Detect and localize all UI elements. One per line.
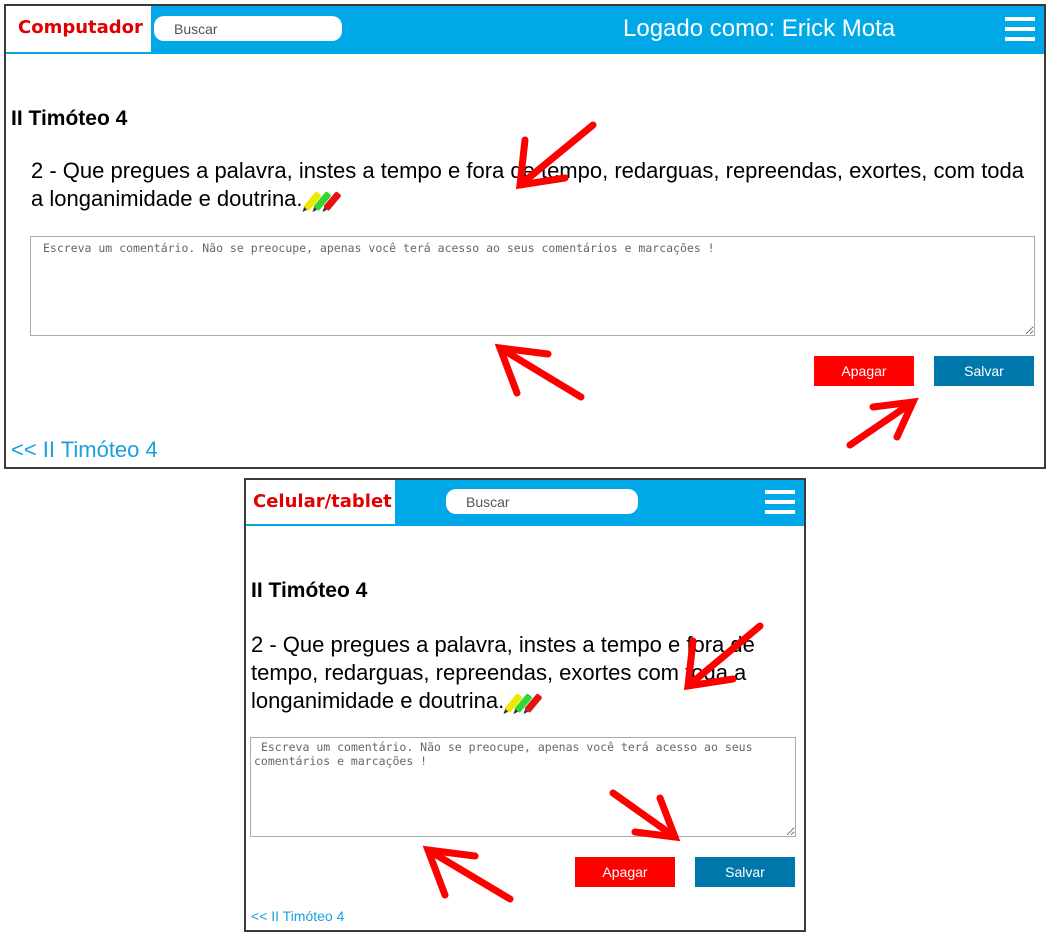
- hamburger-menu-icon[interactable]: [765, 490, 795, 516]
- back-link[interactable]: << II Timóteo 4: [251, 908, 344, 924]
- verse-block: 2 - Que pregues a palavra, instes a temp…: [31, 157, 1031, 214]
- logged-user-text: Logado como: Erick Mota: [623, 15, 896, 42]
- mobile-mockup: Celular/tablet II Timóteo 4 2 - Que preg…: [244, 478, 806, 932]
- highlighter-group: [303, 186, 342, 214]
- delete-button[interactable]: Apagar: [814, 356, 914, 386]
- highlighter-group: [504, 688, 543, 716]
- device-label: Computador: [6, 6, 151, 52]
- search-input[interactable]: [446, 489, 638, 514]
- verse-text: 2 - Que pregues a palavra, instes a temp…: [31, 158, 1025, 211]
- verse-block: 2 - Que pregues a palavra, instes a temp…: [251, 631, 776, 716]
- search-input[interactable]: [154, 16, 342, 41]
- verse-text: 2 - Que pregues a palavra, instes a temp…: [251, 632, 755, 713]
- chapter-title: II Timóteo 4: [11, 107, 128, 130]
- comment-textarea[interactable]: [30, 236, 1035, 336]
- hamburger-menu-icon[interactable]: [1005, 17, 1035, 43]
- save-button[interactable]: Salvar: [695, 857, 795, 887]
- top-bar: Celular/tablet: [246, 480, 804, 526]
- chapter-title: II Timóteo 4: [251, 579, 368, 602]
- desktop-mockup: Computador Logado como: Erick Mota II Ti…: [4, 4, 1046, 469]
- back-link[interactable]: << II Timóteo 4: [11, 437, 158, 463]
- top-bar: Computador Logado como: Erick Mota: [6, 6, 1044, 54]
- comment-textarea[interactable]: [250, 737, 796, 837]
- device-label: Celular/tablet: [246, 480, 395, 524]
- save-button[interactable]: Salvar: [934, 356, 1034, 386]
- delete-button[interactable]: Apagar: [575, 857, 675, 887]
